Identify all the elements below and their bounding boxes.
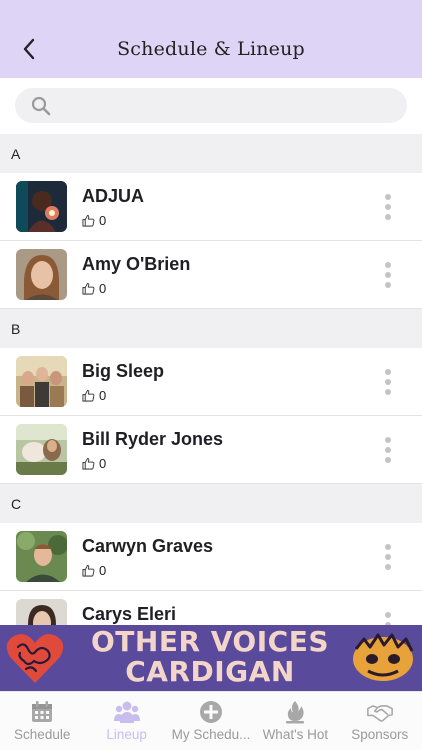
thumbs-up-icon xyxy=(82,282,95,295)
like-count[interactable]: 0 xyxy=(82,281,106,296)
more-options-icon[interactable] xyxy=(378,435,398,465)
artist-avatar xyxy=(16,531,67,582)
search-bar xyxy=(0,78,422,134)
section-header-a: A xyxy=(0,134,422,173)
tab-label: Lineup xyxy=(106,727,147,742)
artist-avatar xyxy=(16,356,67,407)
back-button[interactable] xyxy=(14,34,44,64)
like-count[interactable]: 0 xyxy=(82,563,106,578)
banner-line-1: OTHER VOICES xyxy=(90,625,329,658)
heart-logo-icon xyxy=(6,634,64,683)
handshake-icon xyxy=(366,705,393,722)
artist-name: Carys Eleri xyxy=(82,604,177,624)
search-input[interactable] xyxy=(61,97,381,114)
like-count-value: 0 xyxy=(99,213,107,228)
artist-name: Bill Ryder Jones xyxy=(82,429,224,449)
thumbs-up-icon xyxy=(82,564,95,577)
tab-lineup[interactable]: Lineup xyxy=(84,692,168,750)
like-count[interactable]: 0 xyxy=(82,213,106,228)
artist-row[interactable]: Bill Ryder Jones 0 xyxy=(0,416,422,484)
tab-sponsors[interactable]: Sponsors xyxy=(338,692,422,750)
like-count-value: 0 xyxy=(99,563,107,578)
tab-label: What's Hot xyxy=(262,727,329,742)
tab-label: Schedule xyxy=(14,727,71,742)
status-bar xyxy=(0,0,422,20)
artist-avatar xyxy=(16,599,67,625)
section-header-c: C xyxy=(0,484,422,523)
tab-whats-hot[interactable]: What's Hot xyxy=(253,692,337,750)
section-header-b: B xyxy=(0,309,422,348)
like-count[interactable]: 0 xyxy=(82,456,106,471)
artist-list: A ADJUA 0 Amy O'Brien 0 B Big Sleep 0 Bi… xyxy=(0,134,422,625)
search-field[interactable] xyxy=(15,88,407,123)
like-count-value: 0 xyxy=(99,388,107,403)
app-header: Schedule & Lineup xyxy=(0,20,422,78)
artist-row[interactable]: Carys Eleri 0 xyxy=(0,591,422,625)
more-options-icon[interactable] xyxy=(378,610,398,625)
like-count[interactable]: 0 xyxy=(82,388,106,403)
artist-name: Amy O'Brien xyxy=(82,254,191,274)
banner-line-2: CARDIGAN xyxy=(125,655,295,688)
like-count-value: 0 xyxy=(99,281,107,296)
thumbs-up-icon xyxy=(82,389,95,402)
calendar-icon xyxy=(32,701,53,722)
banner-title: OTHER VOICES CARDIGAN xyxy=(70,627,350,687)
artist-avatar xyxy=(16,424,67,475)
artist-name: Carwyn Graves xyxy=(82,536,214,556)
plus-circle-icon xyxy=(199,701,222,723)
artist-avatar xyxy=(16,249,67,300)
artist-name: Big Sleep xyxy=(82,361,165,381)
sponsor-banner[interactable]: OTHER VOICES CARDIGAN xyxy=(0,625,422,691)
thumbs-up-icon xyxy=(82,457,95,470)
tab-label: My Schedu... xyxy=(171,727,251,742)
more-options-icon[interactable] xyxy=(378,367,398,397)
artist-avatar xyxy=(16,181,67,232)
more-options-icon[interactable] xyxy=(378,542,398,572)
face-logo-icon xyxy=(353,633,414,681)
tab-schedule[interactable]: Schedule xyxy=(0,692,84,750)
chevron-left-icon xyxy=(23,38,35,60)
tab-label: Sponsors xyxy=(351,727,409,742)
artist-row[interactable]: ADJUA 0 xyxy=(0,173,422,241)
page-title: Schedule & Lineup xyxy=(117,38,305,60)
people-icon xyxy=(113,701,140,723)
more-options-icon[interactable] xyxy=(378,192,398,222)
flame-icon xyxy=(286,701,305,724)
artist-name: ADJUA xyxy=(82,186,145,206)
artist-row[interactable]: Carwyn Graves 0 xyxy=(0,523,422,591)
search-icon xyxy=(31,96,51,115)
tab-my-schedule[interactable]: My Schedu... xyxy=(169,692,253,750)
more-options-icon[interactable] xyxy=(378,260,398,290)
artist-row[interactable]: Amy O'Brien 0 xyxy=(0,241,422,309)
artist-row[interactable]: Big Sleep 0 xyxy=(0,348,422,416)
like-count-value: 0 xyxy=(99,456,107,471)
thumbs-up-icon xyxy=(82,214,95,227)
bottom-tab-bar: Schedule Lineup My Schedu... What's Hot … xyxy=(0,691,422,750)
